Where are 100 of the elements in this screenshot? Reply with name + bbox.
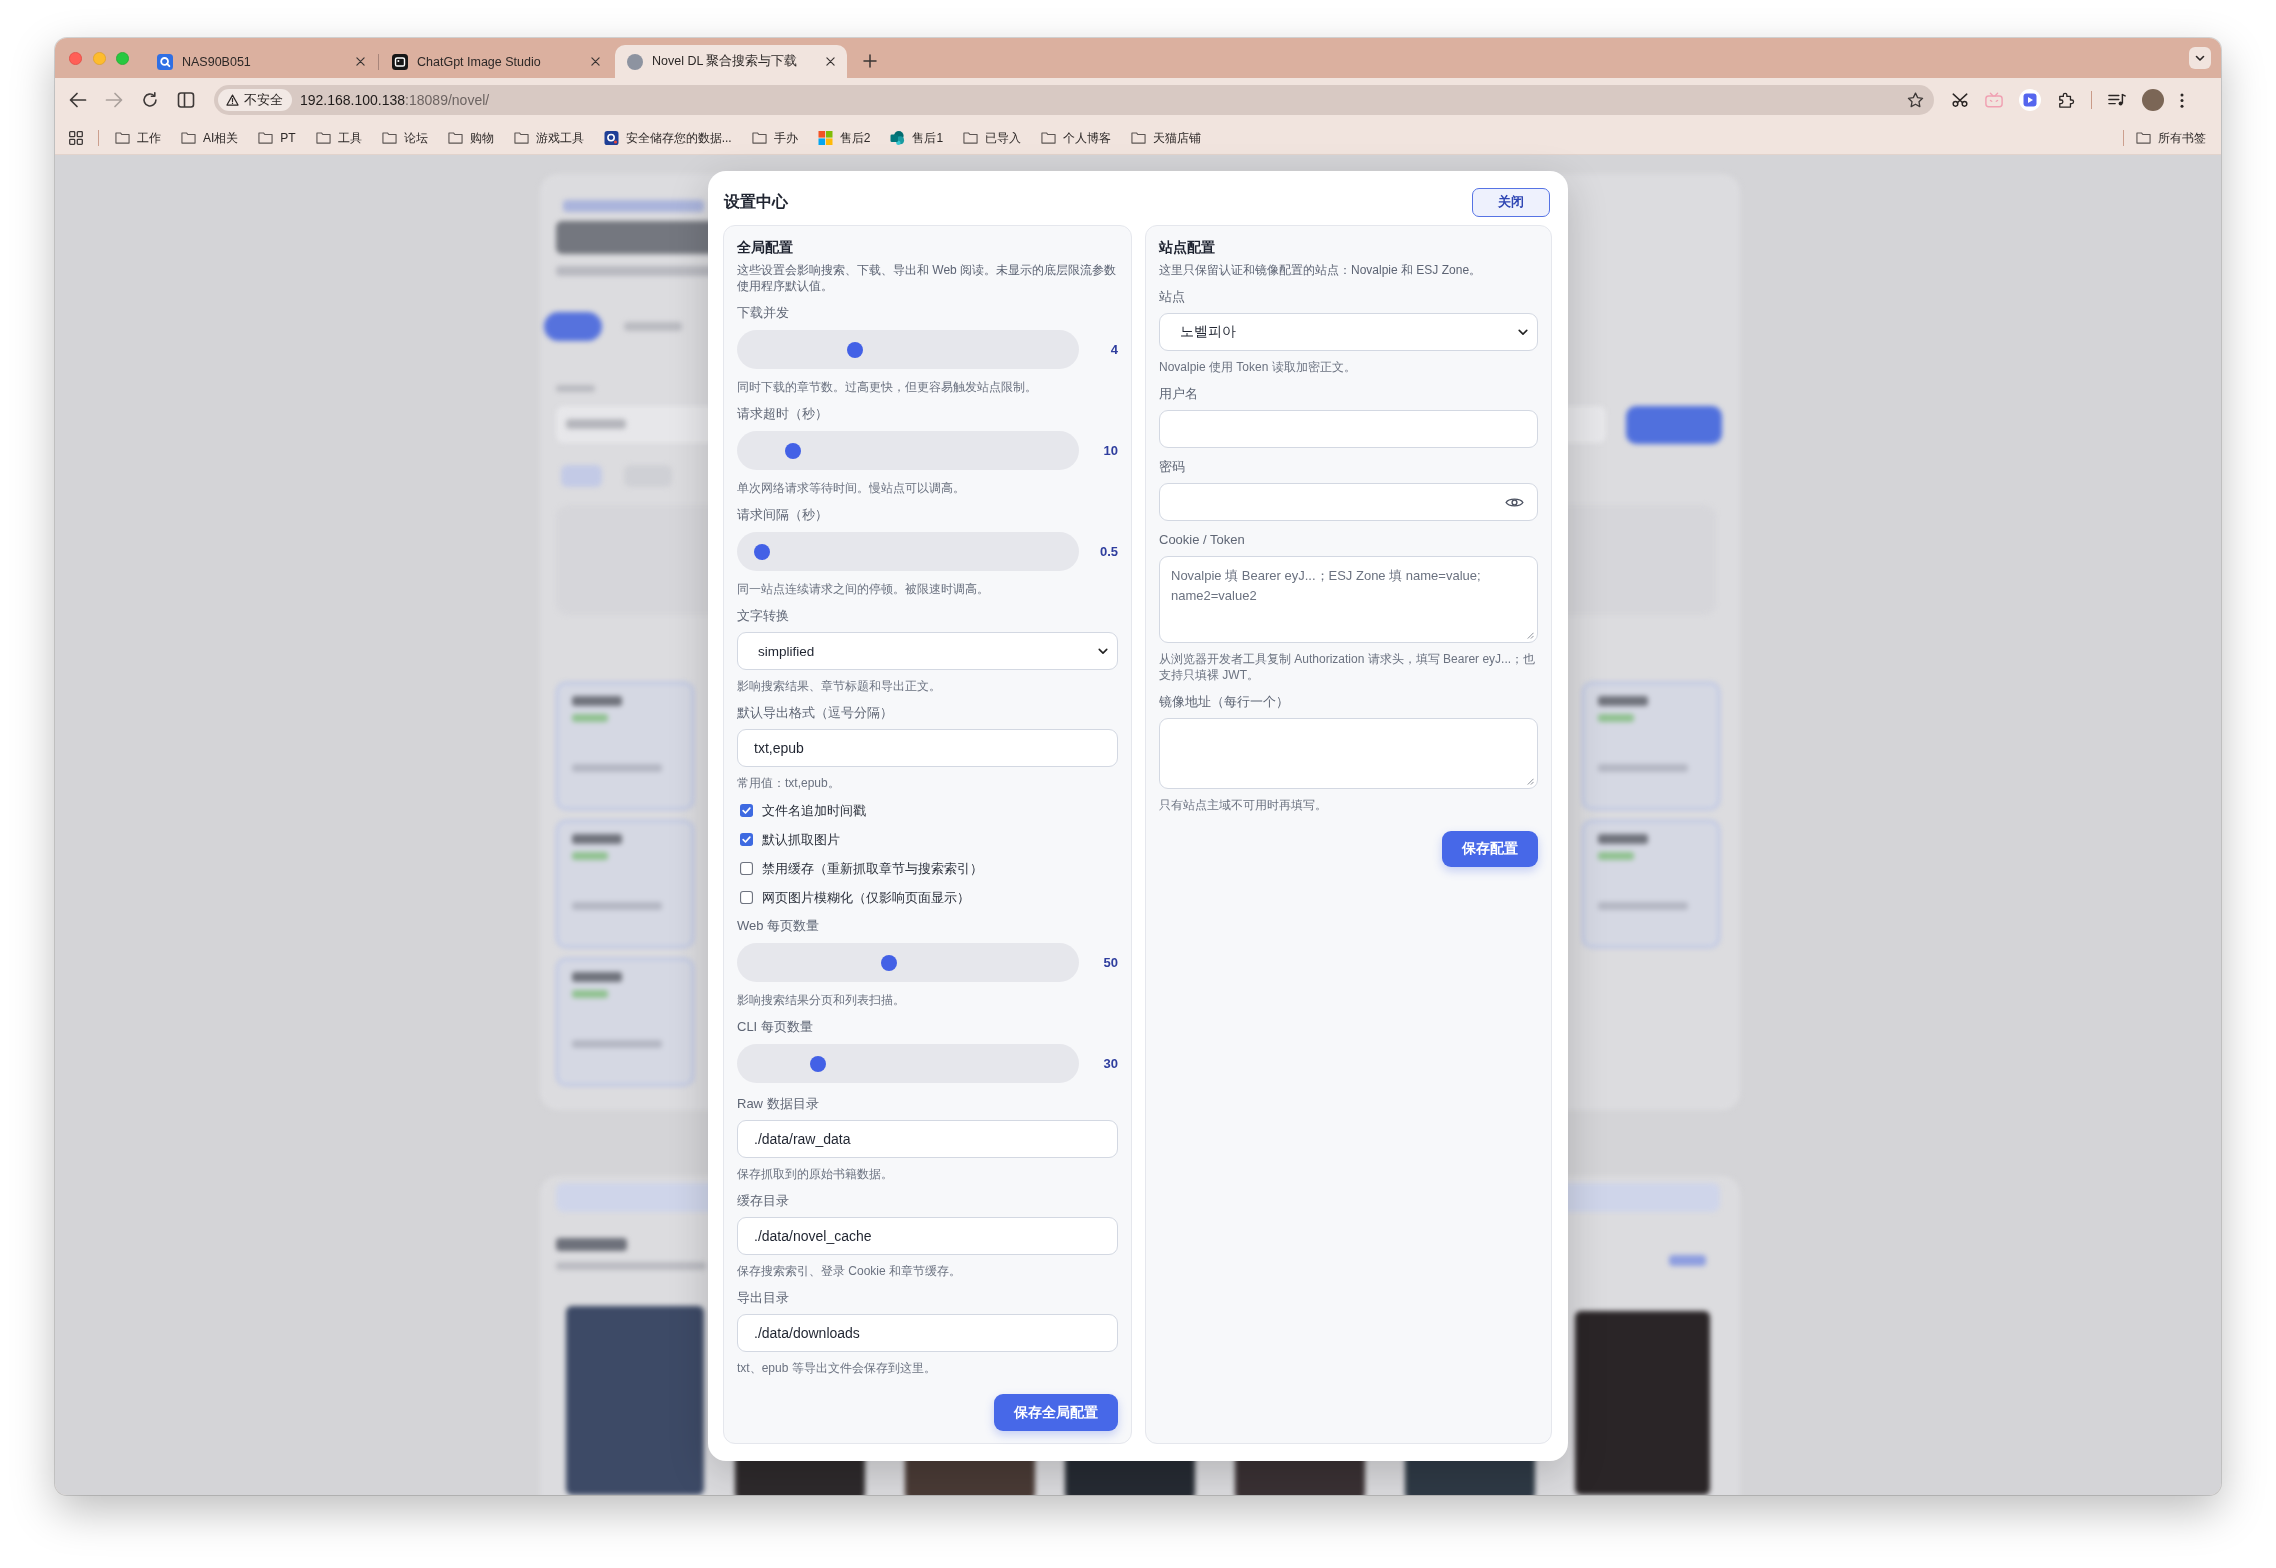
text-input[interactable]	[1159, 410, 1538, 448]
dialog-title: 设置中心	[724, 191, 788, 212]
folder-icon	[315, 131, 331, 145]
bookmark-folder[interactable]: 论坛	[381, 129, 428, 147]
browser-tab[interactable]: NAS90B051	[145, 45, 377, 78]
slider-thumb[interactable]	[785, 442, 802, 459]
field-hint: 影响搜索结果、章节标题和导出正文。	[737, 678, 941, 694]
bookmark-folder[interactable]: AI相关	[181, 129, 239, 147]
bookmark-folder[interactable]: 购物	[447, 129, 494, 147]
field-label: 默认导出格式（逗号分隔）	[737, 704, 893, 722]
checkbox[interactable]	[740, 833, 753, 846]
resize-handle-icon[interactable]	[1526, 631, 1534, 639]
playlist-icon[interactable]	[2108, 92, 2126, 108]
scissors-icon[interactable]	[1951, 92, 1969, 108]
overlapping-circles-icon	[890, 131, 906, 145]
close-icon[interactable]	[826, 57, 835, 66]
field-label: 站点	[1159, 288, 1185, 306]
plus-icon[interactable]	[863, 54, 877, 68]
kebab-menu-icon[interactable]	[2180, 92, 2184, 108]
slider-thumb[interactable]	[881, 954, 898, 971]
square-logo-icon	[157, 53, 173, 70]
security-indicator[interactable]: 不安全	[218, 89, 292, 111]
checkbox[interactable]	[740, 891, 753, 904]
warning-icon	[226, 94, 239, 106]
address-bar[interactable]: 不安全 192.168.100.138:18089/novel/	[214, 85, 1934, 115]
field-label: Cookie / Token	[1159, 531, 1245, 549]
text-input[interactable]: ./data/novel_cache	[737, 1217, 1118, 1255]
checkbox[interactable]	[740, 862, 753, 875]
checkbox-label: 禁用缓存（重新抓取章节与搜索索引）	[762, 859, 983, 878]
slider-track[interactable]	[737, 943, 1079, 982]
field-hint: txt、epub 等导出文件会保存到这里。	[737, 1360, 936, 1376]
field-hint: 单次网络请求等待时间。慢站点可以调高。	[737, 480, 965, 496]
bookmark-folder[interactable]: PT	[258, 131, 296, 145]
slider-thumb[interactable]	[810, 1055, 827, 1072]
text-input[interactable]: txt,epub	[737, 729, 1118, 767]
panel-description: 这些设置会影响搜索、下载、导出和 Web 阅读。未显示的底层限流参数使用程序默认值。	[737, 262, 1118, 294]
play-icon[interactable]	[2019, 89, 2041, 111]
field-hint: 影响搜索结果分页和列表扫描。	[737, 992, 905, 1008]
slider-thumb[interactable]	[847, 341, 864, 358]
folder-icon	[1131, 131, 1147, 145]
bookmark-folder[interactable]: 天猫店铺	[1131, 129, 1202, 147]
slider-track[interactable]	[737, 1044, 1079, 1083]
bookmark-link[interactable]: 售后2	[817, 129, 871, 147]
bookmark-star-icon[interactable]	[1907, 92, 1924, 108]
field-label: CLI 每页数量	[737, 1018, 813, 1036]
bookmark-folder[interactable]: 游戏工具	[513, 129, 584, 147]
password-input[interactable]	[1159, 483, 1538, 521]
bookmark-link[interactable]: 售后1	[890, 129, 944, 147]
avatar-icon[interactable]	[2142, 89, 2164, 111]
browser-tab[interactable]: ChatGpt Image Studio	[380, 45, 612, 78]
reload-icon[interactable]	[141, 92, 159, 108]
resize-handle-icon[interactable]	[1526, 777, 1534, 785]
field-label: 请求超时（秒）	[737, 405, 828, 423]
bookmark-folder[interactable]: 所有书签	[2136, 129, 2206, 147]
chevron-down-icon[interactable]	[2189, 47, 2211, 69]
field-hint: 同时下载的章节数。过高更快，但更容易触发站点限制。	[737, 379, 1037, 395]
slider-track[interactable]	[737, 532, 1079, 571]
field-label: 下载并发	[737, 304, 789, 322]
bookmark-folder[interactable]: 工具	[315, 129, 362, 147]
four-squares-icon	[817, 131, 833, 145]
puzzle-icon[interactable]	[2057, 92, 2075, 108]
field-label: 用户名	[1159, 385, 1198, 403]
text-area[interactable]: Novalpie 填 Bearer eyJ...；ESJ Zone 填 name=value; name2=value2	[1159, 556, 1538, 643]
bookmark-folder[interactable]: 已导入	[963, 129, 1022, 147]
bookmark-link[interactable]: 安全储存您的数据...	[603, 129, 732, 147]
bookmark-folder[interactable]: 个人博客	[1041, 129, 1112, 147]
close-icon[interactable]	[356, 57, 365, 66]
panel-heading: 全局配置	[737, 238, 793, 257]
dropdown-select[interactable]: 노벨피아	[1159, 313, 1538, 351]
field-hint: 保存抓取到的原始书籍数据。	[737, 1166, 893, 1182]
dropdown-select[interactable]: simplified	[737, 632, 1118, 670]
text-input[interactable]: ./data/raw_data	[737, 1120, 1118, 1158]
slider-thumb[interactable]	[754, 543, 771, 560]
split-view-icon[interactable]	[177, 92, 195, 108]
field-label: 密码	[1159, 458, 1185, 476]
text-input[interactable]: ./data/downloads	[737, 1314, 1118, 1352]
browser-tab[interactable]: Novel DL 聚合搜索与下载	[615, 45, 847, 78]
eye-icon[interactable]	[1505, 495, 1524, 509]
apps-grid-icon[interactable]	[69, 131, 83, 145]
field-label: 请求间隔（秒）	[737, 506, 828, 524]
save-button[interactable]: 保存全局配置	[994, 1394, 1118, 1431]
folder-icon	[181, 131, 196, 145]
close-button[interactable]: 关闭	[1472, 187, 1550, 217]
field-hint: 同一站点连续请求之间的停顿。被限速时调高。	[737, 581, 989, 597]
back-arrow-icon[interactable]	[69, 92, 87, 108]
save-button[interactable]: 保存配置	[1442, 831, 1538, 867]
close-icon[interactable]	[591, 57, 600, 66]
field-label: Raw 数据目录	[737, 1095, 819, 1113]
bookmark-folder[interactable]: 工作	[115, 129, 161, 147]
bookmark-folder[interactable]: 手办	[751, 129, 798, 147]
checkbox-label: 默认抓取图片	[762, 830, 840, 849]
slider-track[interactable]	[737, 330, 1079, 369]
slider-value: 30	[1102, 1056, 1118, 1071]
slider-track[interactable]	[737, 431, 1079, 470]
slider-value: 10	[1102, 443, 1118, 458]
slider-value: 0.5	[1098, 544, 1118, 559]
square-logo-icon	[603, 131, 619, 145]
slider-value: 50	[1102, 955, 1118, 970]
url-text[interactable]: 192.168.100.138:18089/novel/	[300, 92, 490, 108]
checkbox[interactable]	[740, 804, 753, 817]
